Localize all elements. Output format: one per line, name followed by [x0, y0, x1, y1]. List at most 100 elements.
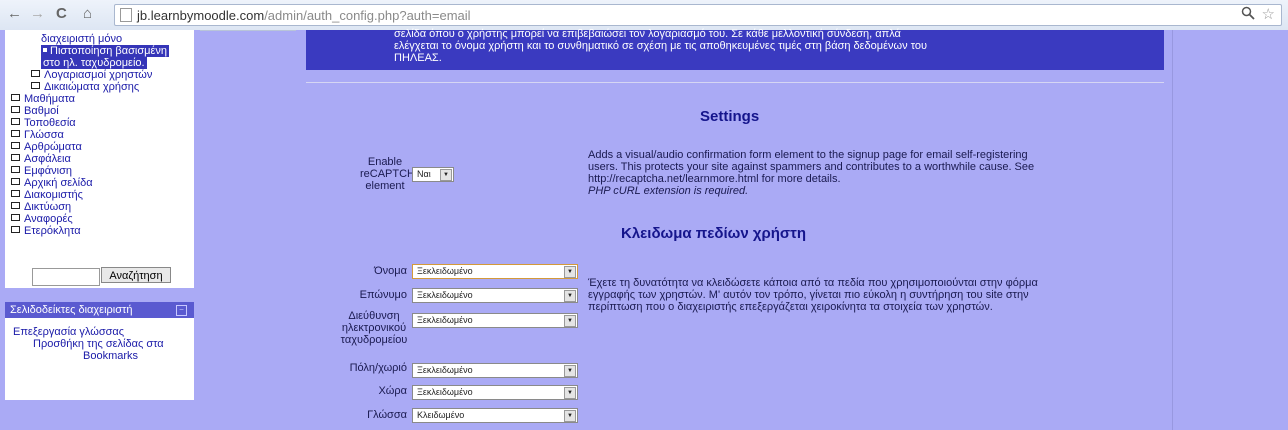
- country-lock-select[interactable]: Ξεκλειδωμένο ▼: [412, 385, 578, 400]
- select-value: Ξεκλειδωμένο: [417, 315, 473, 325]
- dropdown-arrow-icon: ▼: [564, 387, 576, 399]
- add-bookmark-link-2[interactable]: Bookmarks: [83, 350, 138, 362]
- dropdown-arrow-icon: ▼: [564, 315, 576, 327]
- folder-icon: [11, 166, 20, 173]
- city-lock-select[interactable]: Ξεκλειδωμένο ▼: [412, 363, 578, 378]
- divider: [306, 82, 1164, 83]
- sidebar-item-permissions[interactable]: Δικαιώματα χρήσης: [31, 81, 139, 93]
- sidebar-item-email-auth[interactable]: Πιστοποίηση βασισμένη: [41, 45, 169, 57]
- sidebar-item-label: Γλώσσα: [24, 129, 64, 141]
- left-sidebar: διαχειριστή μόνο Πιστοποίηση βασισμένη σ…: [0, 30, 200, 430]
- sidebar-item-label: Αρχική σελίδα: [24, 177, 93, 189]
- dropdown-arrow-icon: ▼: [564, 290, 576, 302]
- lastname-lock-select[interactable]: Ξεκλειδωμένο ▼: [412, 288, 578, 303]
- sidebar-item-appearance[interactable]: Εμφάνιση: [11, 165, 72, 177]
- lock-fields-heading: Κλειδωμα πεδίων χρήστη: [621, 225, 807, 242]
- folder-icon: [11, 154, 20, 161]
- select-value: Ξεκλειδωμένο: [417, 266, 473, 276]
- recaptcha-select[interactable]: Ναι ▼: [412, 167, 454, 182]
- sidebar-item[interactable]: διαχειριστή μόνο: [41, 33, 122, 45]
- sidebar-item-label: Μαθήματα: [24, 93, 76, 105]
- sidebar-item-label: στο ηλ. ταχυδρομείο.: [41, 57, 147, 69]
- folder-icon: [31, 70, 40, 77]
- email-label-line: ταχυδρομείου: [340, 334, 408, 346]
- sidebar-item-courses[interactable]: Μαθήματα: [11, 93, 75, 105]
- admin-bookmarks-block: Σελιδοδείκτες διαχειριστή − Επεξεργασία …: [5, 302, 194, 400]
- description-line: ΠΗΛΕΑΣ.: [394, 52, 442, 64]
- url-host: jb.learnbymoodle.com: [137, 8, 265, 23]
- address-bar[interactable]: jb.learnbymoodle.com/admin/auth_config.p…: [114, 4, 1282, 26]
- admin-search-input[interactable]: [32, 268, 100, 286]
- bookmarks-title: Σελιδοδείκτες διαχειριστή: [10, 304, 133, 316]
- sidebar-item-language[interactable]: Γλώσσα: [11, 129, 64, 141]
- recaptcha-label-line: Enable: [367, 156, 403, 168]
- language-lock-select[interactable]: Κλειδωμένο ▼: [412, 408, 578, 423]
- admin-search-button[interactable]: Αναζήτηση: [101, 267, 171, 283]
- forward-button[interactable]: →: [30, 5, 45, 22]
- email-label: Διεύθυνση ηλεκτρονικού ταχυδρομείου: [334, 310, 414, 346]
- url-path: /admin/auth_config.php?auth=email: [264, 8, 471, 23]
- magnifier-icon[interactable]: [1241, 6, 1255, 23]
- home-button[interactable]: ⌂: [83, 5, 92, 22]
- star-icon[interactable]: ☆: [1262, 5, 1275, 23]
- city-label: Πόλη/χωριό: [349, 362, 407, 374]
- sidebar-item-label: Τοποθεσία: [24, 117, 76, 129]
- sidebar-item-user-accounts[interactable]: Λογαριασμοί χρηστών: [31, 69, 152, 81]
- folder-icon: [11, 106, 20, 113]
- language-label: Γλώσσα: [367, 409, 407, 421]
- sidebar-item-location[interactable]: Τοποθεσία: [11, 117, 76, 129]
- bullet-icon: [43, 48, 47, 52]
- folder-icon: [11, 142, 20, 149]
- recaptcha-help-note: PHP cURL extension is required.: [588, 185, 749, 197]
- recaptcha-help: http://recaptcha.net/learnmore.html for …: [588, 173, 841, 185]
- lock-help: περίπτωση που ο διαχειριστής επεξεργάζετ…: [588, 301, 993, 313]
- folder-icon: [11, 94, 20, 101]
- select-value: Κλειδωμένο: [417, 410, 465, 420]
- sidebar-item-networking[interactable]: Δικτύωση: [11, 201, 71, 213]
- browser-toolbar: ← → C ⌂ jb.learnbymoodle.com/admin/auth_…: [0, 0, 1288, 31]
- collapse-icon[interactable]: −: [176, 305, 187, 316]
- sidebar-item-label: Διακομιστής: [24, 189, 83, 201]
- dropdown-arrow-icon: ▼: [564, 365, 576, 377]
- sidebar-item-modules[interactable]: Αρθρώματα: [11, 141, 82, 153]
- email-label-line: ηλεκτρονικού: [341, 322, 407, 334]
- dropdown-arrow-icon: ▼: [440, 169, 452, 181]
- sidebar-item-grades[interactable]: Βαθμοί: [11, 105, 59, 117]
- sidebar-item-reports[interactable]: Αναφορές: [11, 213, 73, 225]
- right-margin: [1172, 30, 1288, 430]
- site-admin-block: διαχειριστή μόνο Πιστοποίηση βασισμένη σ…: [5, 30, 194, 288]
- sidebar-item-server[interactable]: Διακομιστής: [11, 189, 83, 201]
- edit-language-link[interactable]: Επεξεργασία γλώσσας: [13, 326, 124, 338]
- recaptcha-help: users. This protects your site against s…: [588, 161, 1035, 173]
- page-icon: [120, 8, 132, 22]
- description-line: ελέγχεται το όνομα χρήστη και το συνθημα…: [394, 40, 928, 52]
- select-value: Ξεκλειδωμένο: [417, 365, 473, 375]
- firstname-label: Όνομα: [374, 265, 407, 277]
- description-line: σελίδα όπου ο χρήστης μπορεί να επιβεβαι…: [394, 28, 901, 40]
- folder-icon: [11, 226, 20, 233]
- firstname-lock-select[interactable]: Ξεκλειδωμένο ▼: [412, 264, 578, 279]
- sidebar-item-frontpage[interactable]: Αρχική σελίδα: [11, 177, 93, 189]
- recaptcha-label-line: reCAPTCHA: [360, 168, 423, 180]
- sidebar-item-label: Λογαριασμοί χρηστών: [44, 69, 153, 81]
- sidebar-item-misc[interactable]: Ετερόκλητα: [11, 225, 81, 237]
- email-lock-select[interactable]: Ξεκλειδωμένο ▼: [412, 313, 578, 328]
- lastname-label: Επώνυμο: [359, 289, 407, 301]
- sidebar-item-label: Εμφάνιση: [24, 165, 73, 177]
- sidebar-item-label: Πιστοποίηση βασισμένη: [50, 45, 167, 57]
- reload-button[interactable]: C: [56, 5, 67, 22]
- sidebar-item-email-auth-2[interactable]: στο ηλ. ταχυδρομείο.: [41, 57, 147, 69]
- sidebar-item-label: Αρθρώματα: [24, 141, 82, 153]
- sidebar-item-label: Δικαιώματα χρήσης: [44, 81, 140, 93]
- back-button[interactable]: ←: [7, 5, 22, 22]
- add-bookmark-link[interactable]: Προσθήκη της σελίδας στα: [33, 338, 164, 350]
- folder-icon: [11, 118, 20, 125]
- lock-help: Έχετε τη δυνατότητα να κλειδώσετε κάποια…: [588, 277, 1038, 289]
- folder-icon: [11, 178, 20, 185]
- sidebar-item-security[interactable]: Ασφάλεια: [11, 153, 71, 165]
- main-content: σελίδα όπου ο χρήστης μπορεί να επιβεβαι…: [296, 28, 1172, 430]
- recaptcha-help: Adds a visual/audio confirmation form el…: [588, 149, 1028, 161]
- folder-icon: [11, 130, 20, 137]
- bookmarks-header: Σελιδοδείκτες διαχειριστή −: [5, 302, 194, 318]
- lock-help: εγγραφής των χρηστών. Μ' αυτόν τον τρόπο…: [588, 289, 1029, 301]
